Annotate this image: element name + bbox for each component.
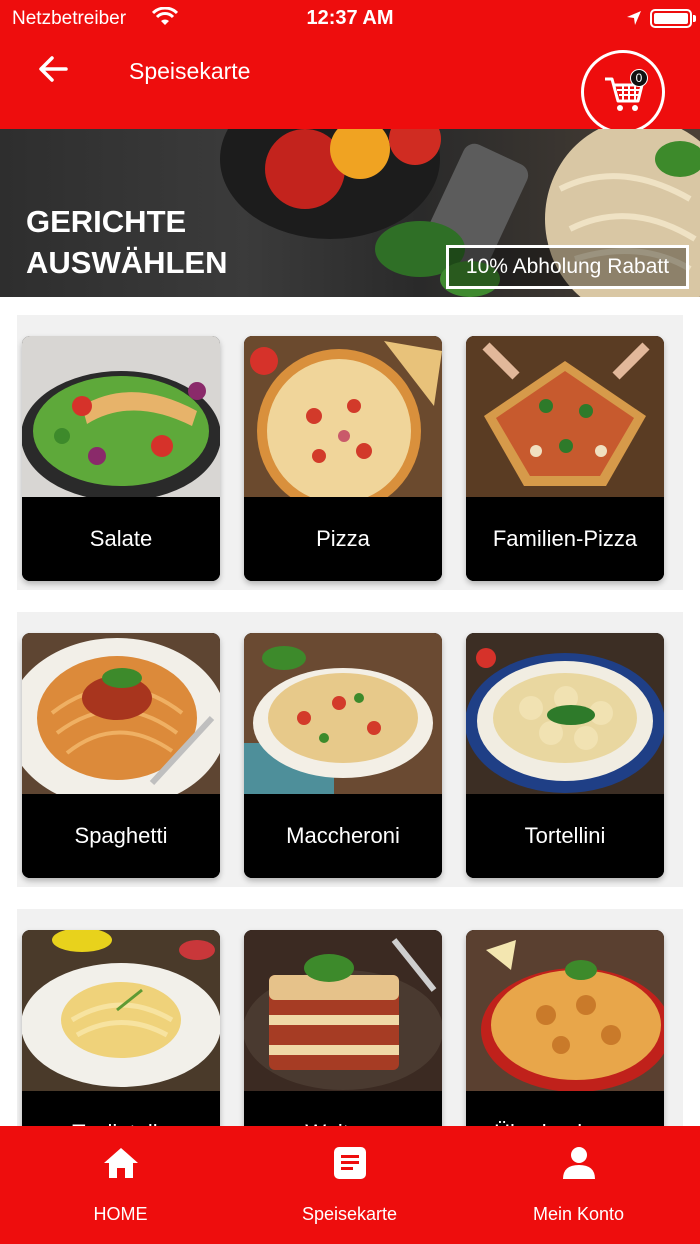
- category-card-weitere[interactable]: Weitere: [244, 930, 442, 1126]
- bottom-navigation: HOME Speisekarte Mein Konto: [0, 1126, 700, 1244]
- salad-image: [22, 336, 220, 497]
- category-card-tagliatelle[interactable]: Tagliatelle: [22, 930, 220, 1126]
- category-label: Spaghetti: [22, 794, 220, 878]
- category-card-familien-pizza[interactable]: Familien-Pizza: [466, 336, 664, 581]
- banner-title: GERICHTE AUSWÄHLEN: [26, 201, 286, 283]
- category-card-pizza[interactable]: Pizza: [244, 336, 442, 581]
- nav-home[interactable]: HOME: [4, 1126, 237, 1244]
- category-label: Überbackenes: [466, 1091, 664, 1126]
- lasagna-image: [244, 930, 442, 1091]
- page-title: Speisekarte: [129, 58, 251, 84]
- promo-badge: 10% Abholung Rabatt: [446, 245, 689, 289]
- app-header: Speisekarte 0: [0, 38, 700, 134]
- spaghetti-image: [22, 633, 220, 794]
- category-card-salate[interactable]: Salate: [22, 336, 220, 581]
- nav-mein-konto[interactable]: Mein Konto: [462, 1126, 695, 1244]
- casserole-image: [466, 930, 664, 1091]
- category-card-maccheroni[interactable]: Maccheroni: [244, 633, 442, 878]
- nav-speisekarte-label: Speisekarte: [301, 1204, 398, 1224]
- nav-home-label: HOME: [93, 1204, 148, 1224]
- cart-button[interactable]: 0: [581, 50, 665, 134]
- nav-speisekarte[interactable]: Speisekarte: [233, 1126, 466, 1244]
- status-time: 12:37 AM: [306, 7, 394, 29]
- category-label: Salate: [22, 497, 220, 581]
- family-pizza-image: [466, 336, 664, 497]
- category-label: Tagliatelle: [22, 1091, 220, 1126]
- home-icon: [103, 1148, 138, 1178]
- category-label: Tortellini: [466, 794, 664, 878]
- menu-document-icon: [333, 1147, 366, 1179]
- category-card-spaghetti[interactable]: Spaghetti: [22, 633, 220, 878]
- category-card-tortellini[interactable]: Tortellini: [466, 633, 664, 878]
- hero-banner: GERICHTE AUSWÄHLEN 10% Abholung Rabatt: [0, 129, 700, 297]
- category-label: Pizza: [244, 497, 442, 581]
- maccheroni-image: [244, 633, 442, 794]
- back-arrow-icon[interactable]: [34, 52, 74, 86]
- banner-title-line1: GERICHTE: [26, 204, 187, 239]
- battery-icon: [650, 9, 696, 28]
- banner-title-line2: AUSWÄHLEN: [26, 245, 228, 280]
- tagliatelle-image: [22, 930, 220, 1091]
- location-arrow-icon: [627, 11, 641, 25]
- cart-count-badge: 0: [630, 69, 648, 87]
- category-label: Maccheroni: [244, 794, 442, 878]
- status-bar: Netzbetreiber 12:37 AM: [0, 0, 700, 38]
- category-grid: Salate Pizza Familien-Pizza Spaghetti Ma…: [17, 315, 683, 1126]
- category-label: Weitere: [244, 1091, 442, 1126]
- nav-mein-konto-label: Mein Konto: [532, 1204, 625, 1224]
- tortellini-image: [466, 633, 664, 794]
- pizza-image: [244, 336, 442, 497]
- category-card-ueberbackenes[interactable]: Überbackenes: [466, 930, 664, 1126]
- category-label: Familien-Pizza: [466, 497, 664, 581]
- user-icon: [562, 1147, 595, 1179]
